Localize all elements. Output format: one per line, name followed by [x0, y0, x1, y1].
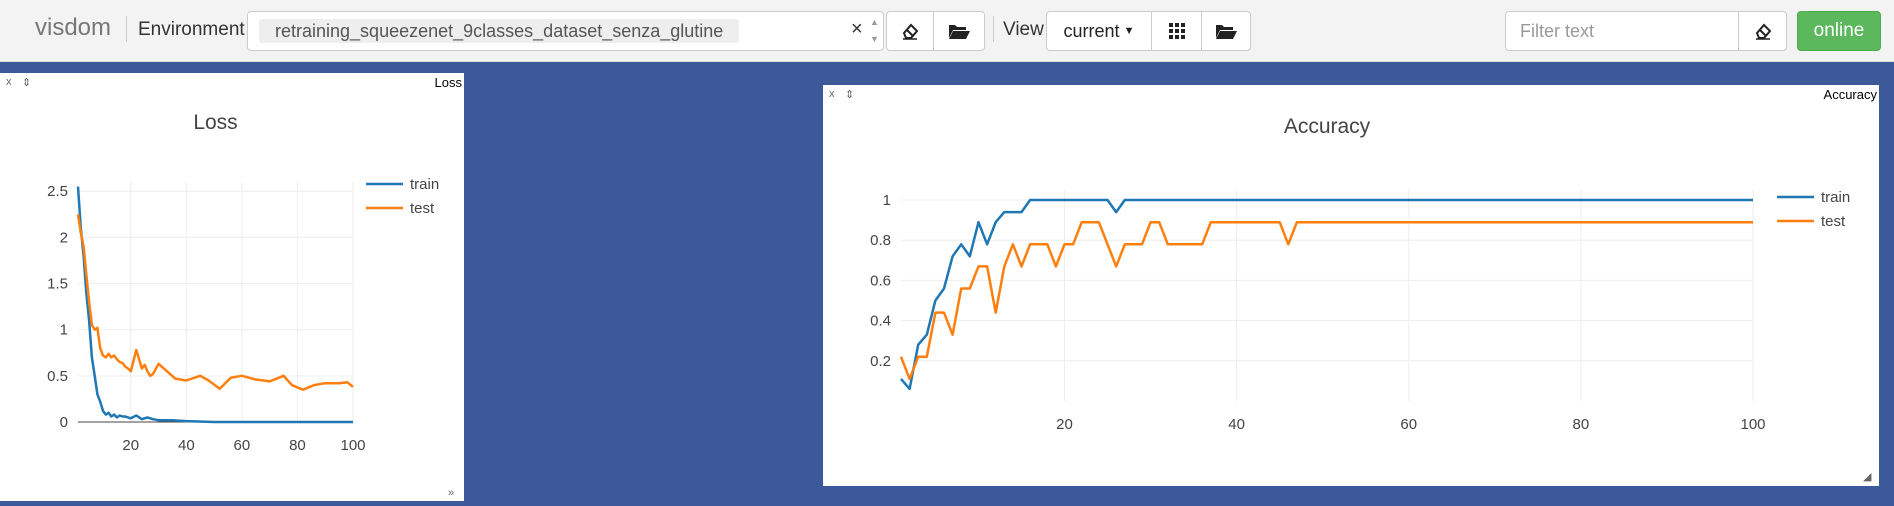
accuracy-pane[interactable]: x ⇕ Accuracy ◢ Accuracy 20 40 60 80 100 0.2 0.4…: [823, 85, 1879, 486]
y-tick-label: 1: [883, 192, 891, 209]
eraser-icon: [902, 23, 919, 40]
pane-title: Accuracy: [1823, 87, 1877, 102]
nav-divider: [993, 16, 994, 42]
pin-pane-icon[interactable]: ⇕: [845, 88, 854, 101]
view-value: current: [1063, 20, 1120, 41]
y-tick-label: 2: [60, 229, 68, 246]
manage-views-button[interactable]: [1201, 11, 1251, 51]
brand-logo: visdom: [35, 14, 112, 41]
y-tick-label: 0.6: [870, 272, 891, 289]
y-tick-label: 0.8: [870, 232, 891, 249]
online-status-button[interactable]: online: [1797, 11, 1881, 51]
x-tick-label: 40: [1228, 416, 1245, 433]
view-label: View: [1003, 19, 1044, 40]
x-tick-label: 60: [1400, 416, 1417, 433]
view-dropdown[interactable]: current ▼: [1046, 11, 1152, 51]
chart-title: Loss: [193, 111, 237, 134]
manage-env-button[interactable]: [933, 11, 985, 51]
folder-open-icon: [1216, 25, 1237, 39]
close-pane-icon[interactable]: x: [6, 76, 12, 88]
eraser-icon: [1755, 23, 1771, 40]
y-tick-label: 0.2: [870, 353, 891, 370]
close-pane-icon[interactable]: x: [829, 88, 835, 100]
y-tick-label: 1: [60, 322, 68, 339]
series-line-test: [76, 214, 354, 391]
clear-env-button[interactable]: [886, 11, 934, 51]
y-tick-label: 1.5: [47, 276, 68, 293]
clear-filter-button[interactable]: [1738, 11, 1787, 51]
pane-title: Loss: [434, 75, 462, 90]
x-tick-label: 20: [122, 437, 139, 454]
x-tick-label: 80: [289, 437, 306, 454]
pin-pane-icon[interactable]: ⇕: [22, 76, 31, 89]
resize-handle-icon[interactable]: »: [448, 487, 454, 499]
legend-label: train: [410, 176, 439, 193]
x-tick-label: 80: [1573, 416, 1590, 433]
x-tick-label: 20: [1056, 416, 1073, 433]
environment-label: Environment: [138, 19, 245, 40]
series-line-test: [899, 220, 1753, 381]
folder-open-icon: [949, 25, 970, 39]
x-tick-label: 100: [1740, 416, 1765, 433]
accuracy-chart: Accuracy 20 40 60 80 100 0.2 0.4 0.6 0.8 1 train tes…: [870, 115, 1850, 433]
environment-chip[interactable]: retraining_squeezenet_9classes_dataset_s…: [259, 19, 739, 43]
legend-label: train: [1821, 189, 1850, 206]
y-tick-label: 0: [60, 414, 68, 431]
caret-down-icon: ▼: [1123, 25, 1135, 37]
x-tick-label: 40: [178, 437, 195, 454]
legend-label: test: [410, 200, 435, 217]
x-tick-label: 100: [340, 437, 365, 454]
clear-environment-icon[interactable]: ×: [851, 18, 863, 41]
resize-handle-icon[interactable]: ◢: [1863, 470, 1871, 483]
loss-chart: Loss 20 40 60 80 100 0 0.5 1 1.5 2 2.5 train test: [47, 111, 439, 454]
nav-divider: [126, 16, 127, 42]
x-tick-label: 60: [234, 437, 251, 454]
environment-spinner-icon[interactable]: ▲ ▼: [870, 14, 879, 48]
repack-view-button[interactable]: [1151, 11, 1202, 51]
y-tick-label: 0.4: [870, 313, 891, 330]
chart-title: Accuracy: [1284, 115, 1371, 138]
top-navbar: visdom Environment retraining_squeezenet…: [0, 0, 1894, 62]
loss-pane[interactable]: x ⇕ Loss » Loss 20 40 60 80 100 0 0.5 1 1.5 2 2.5 tr…: [0, 73, 464, 501]
y-tick-label: 2.5: [47, 183, 68, 200]
legend-label: test: [1821, 213, 1846, 230]
grid-icon: [1168, 23, 1185, 39]
filter-text-input[interactable]: [1505, 11, 1739, 51]
y-tick-label: 0.5: [47, 368, 68, 385]
environment-select[interactable]: retraining_squeezenet_9classes_dataset_s…: [247, 11, 884, 51]
